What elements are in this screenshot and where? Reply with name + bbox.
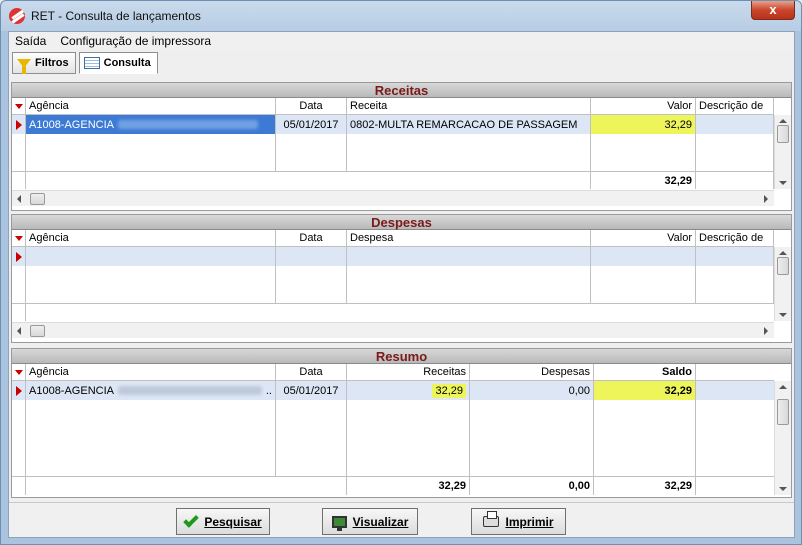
cell-agencia[interactable]: A1008-AGENCIA [26, 115, 276, 134]
redacted-text [117, 386, 262, 395]
table-row[interactable] [12, 247, 774, 266]
despesas-header-row: Agência Data Despesa Valor Descrição de [12, 230, 774, 247]
receitas-panel: Receitas Agência Data Receita Valor Desc… [11, 82, 792, 211]
sort-indicator-icon[interactable] [12, 230, 26, 246]
cell-saldo[interactable]: 32,29 [594, 381, 696, 400]
sort-indicator-icon[interactable] [12, 98, 26, 114]
col-receita[interactable]: Receita [347, 98, 591, 114]
receitas-grid: Agência Data Receita Valor Descrição de … [12, 98, 791, 210]
visualizar-label: Visualizar [352, 514, 409, 529]
despesas-vertical-scrollbar[interactable] [774, 247, 791, 321]
printer-icon [483, 511, 500, 527]
app-window: RET - Consulta de lançamentos x Saída Co… [0, 0, 802, 545]
cell-despesas[interactable]: 0,00 [470, 381, 594, 400]
col-valor[interactable]: Valor [591, 98, 696, 114]
cell-agencia[interactable]: A1008-AGENCIA.. [26, 381, 276, 400]
visualizar-button[interactable]: Visualizar [322, 508, 418, 535]
empty-row [12, 400, 774, 476]
resumo-header-row: Agência Data Receitas Despesas Saldo [12, 364, 774, 381]
row-pointer-icon [12, 115, 26, 134]
col-despesas[interactable]: Despesas [470, 364, 594, 380]
checkmark-icon [183, 511, 200, 528]
receitas-vertical-scrollbar[interactable] [774, 115, 791, 189]
cell-receita[interactable]: 0802-MULTA REMARCACAO DE PASSAGEM [347, 115, 591, 134]
col-despesa[interactable]: Despesa [347, 230, 591, 246]
cell-data[interactable]: 05/01/2017 [276, 381, 347, 400]
col-descricao[interactable]: Descrição de [696, 98, 774, 114]
resumo-total-despesas: 0,00 [470, 477, 594, 495]
empty-row [12, 266, 774, 303]
resumo-panel: Resumo Agência Data Receitas Despesas Sa… [11, 348, 792, 498]
resumo-total-receitas: 32,29 [347, 477, 470, 495]
grid-icon [83, 57, 100, 69]
col-data[interactable]: Data [276, 364, 347, 380]
col-data[interactable]: Data [276, 98, 347, 114]
cell-valor[interactable]: 32,29 [591, 115, 696, 134]
agencia-text: A1008-AGENCIA [29, 384, 114, 397]
empty-row [12, 134, 774, 171]
col-agencia[interactable]: Agência [26, 364, 276, 380]
button-bar: Pesquisar Visualizar Imprimir [9, 502, 794, 537]
receitas-header-row: Agência Data Receita Valor Descrição de [12, 98, 774, 115]
menu-saida[interactable]: Saída [15, 34, 46, 48]
tab-filtros[interactable]: Filtros [12, 52, 76, 74]
resumo-total-saldo: 32,29 [594, 477, 696, 495]
imprimir-label: Imprimir [505, 514, 554, 529]
table-row[interactable]: A1008-AGENCIA.. 05/01/2017 32,29 0,00 32… [12, 381, 774, 400]
col-descricao[interactable]: Descrição de [696, 230, 774, 246]
menu-config-impressora[interactable]: Configuração de impressora [60, 34, 211, 48]
despesas-panel: Despesas Agência Data Despesa Valor Desc… [11, 214, 792, 343]
funnel-icon [17, 58, 31, 74]
resumo-total-row: 32,29 0,00 32,29 [12, 476, 774, 495]
col-data[interactable]: Data [276, 230, 347, 246]
close-button[interactable]: x [751, 1, 795, 20]
despesas-total-row [12, 303, 774, 321]
tab-filtros-label: Filtros [35, 57, 69, 69]
pesquisar-button[interactable]: Pesquisar [176, 508, 270, 535]
table-row[interactable]: A1008-AGENCIA 05/01/2017 0802-MULTA REMA… [12, 115, 774, 134]
col-saldo[interactable]: Saldo [594, 364, 696, 380]
despesas-title: Despesas [12, 215, 791, 230]
receitas-value: 32,29 [432, 383, 466, 398]
sort-indicator-icon[interactable] [12, 364, 26, 380]
receitas-total-row: 32,29 [12, 171, 774, 189]
col-valor[interactable]: Valor [591, 230, 696, 246]
receitas-total: 32,29 [591, 172, 696, 189]
receitas-horizontal-scrollbar[interactable] [12, 190, 774, 206]
redacted-text [117, 120, 258, 129]
cell-descricao[interactable] [696, 115, 774, 134]
cell-data[interactable]: 05/01/2017 [276, 115, 347, 134]
agencia-ellipsis: .. [265, 384, 272, 397]
row-pointer-icon [12, 247, 26, 266]
resumo-vertical-scrollbar[interactable] [774, 381, 791, 495]
menu-bar: Saída Configuração de impressora [9, 32, 794, 50]
resumo-title: Resumo [12, 349, 791, 364]
receitas-title: Receitas [12, 83, 791, 98]
tab-consulta-label: Consulta [103, 57, 151, 69]
tab-strip: Filtros Consulta [12, 52, 158, 74]
col-receitas[interactable]: Receitas [347, 364, 470, 380]
title-bar[interactable]: RET - Consulta de lançamentos x [1, 1, 801, 30]
tab-consulta[interactable]: Consulta [78, 52, 158, 74]
resumo-grid: Agência Data Receitas Despesas Saldo A10… [12, 364, 791, 497]
window-title: RET - Consulta de lançamentos [31, 8, 201, 23]
col-agencia[interactable]: Agência [26, 98, 276, 114]
despesas-grid: Agência Data Despesa Valor Descrição de [12, 230, 791, 342]
pesquisar-label: Pesquisar [204, 514, 262, 529]
col-agencia[interactable]: Agência [26, 230, 276, 246]
app-logo-icon [9, 7, 25, 24]
despesas-horizontal-scrollbar[interactable] [12, 322, 774, 338]
row-pointer-icon [12, 381, 26, 400]
client-area: Saída Configuração de impressora Filtros… [8, 31, 795, 538]
cell-receitas[interactable]: 32,29 [347, 381, 470, 400]
agencia-text: A1008-AGENCIA [29, 118, 114, 131]
monitor-icon [331, 515, 347, 531]
imprimir-button[interactable]: Imprimir [471, 508, 566, 535]
